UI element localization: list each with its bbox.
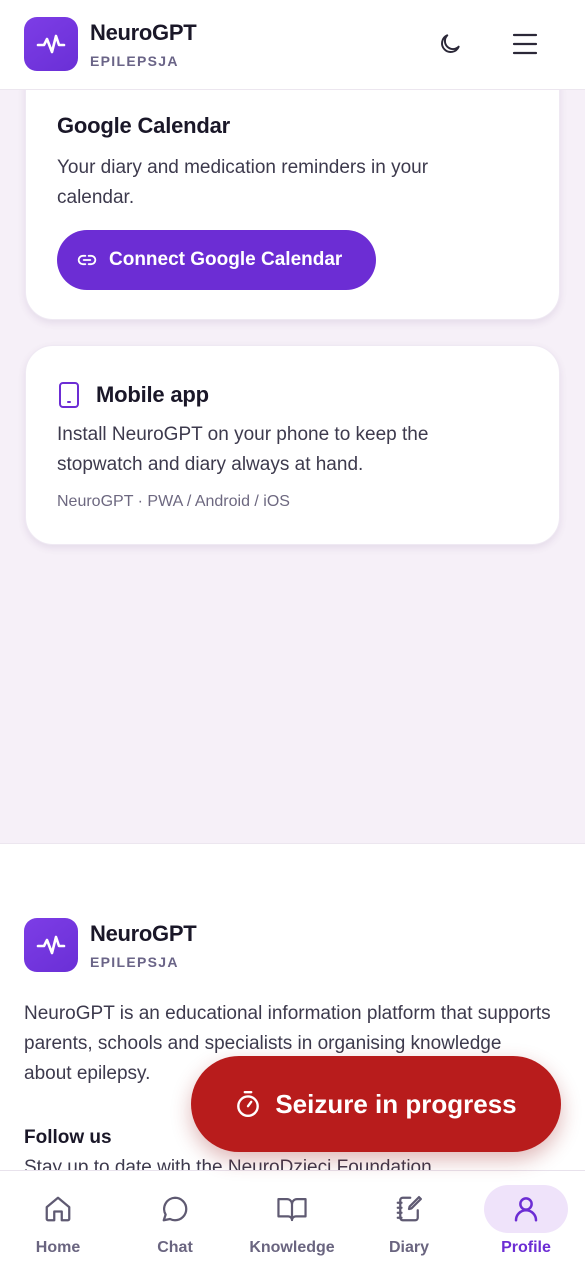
- seizure-in-progress-label: Seizure in progress: [275, 1088, 517, 1119]
- connect-google-calendar-button[interactable]: Connect Google Calendar: [57, 230, 376, 290]
- nav-diary-label: Diary: [388, 1239, 430, 1256]
- connect-google-calendar-label: Connect Google Calendar: [109, 249, 343, 270]
- google-calendar-card: Google Calendar Your diary and medicatio…: [25, 60, 560, 320]
- stopwatch-icon: [237, 1090, 260, 1118]
- nav-home[interactable]: Home: [8, 1185, 108, 1261]
- brand-name: NeuroGPT: [90, 20, 197, 45]
- nav-home-label: Home: [35, 1239, 81, 1256]
- moon-icon: [441, 34, 460, 53]
- app-header: NeuroGPT EPILEPSJA: [0, 0, 585, 90]
- mobile-app-card: Mobile app Install NeuroGPT on your phon…: [25, 345, 560, 545]
- mobile-app-platforms: NeuroGPT · PWA / Android / iOS: [57, 493, 290, 510]
- google-calendar-title: Google Calendar: [57, 113, 231, 138]
- nav-diary[interactable]: Diary: [359, 1185, 459, 1261]
- brand-subtitle: EPILEPSJA: [90, 53, 179, 69]
- nav-profile[interactable]: Profile: [476, 1185, 576, 1261]
- phone-icon: [57, 381, 81, 414]
- nav-chat-label: Chat: [157, 1239, 193, 1256]
- bottom-navigation: Home Chat Knowledge Diary Profile: [0, 1170, 585, 1266]
- follow-us-title: Follow us: [24, 1127, 112, 1148]
- nav-knowledge[interactable]: Knowledge: [242, 1185, 342, 1261]
- footer-logo-pulse-icon[interactable]: [24, 918, 78, 972]
- seizure-in-progress-button[interactable]: Seizure in progress: [191, 1056, 561, 1152]
- nav-chat[interactable]: Chat: [125, 1185, 225, 1261]
- user-icon: [514, 1197, 538, 1222]
- mobile-app-title: Mobile app: [96, 382, 209, 407]
- theme-toggle-button[interactable]: [428, 22, 472, 66]
- link-icon: [77, 254, 97, 266]
- mobile-app-description: Install NeuroGPT on your phone to keep t…: [57, 424, 429, 475]
- nav-knowledge-label: Knowledge: [249, 1239, 335, 1256]
- google-calendar-description: Your diary and medication reminders in y…: [57, 157, 429, 208]
- chat-bubble-icon: [162, 1196, 188, 1222]
- nav-profile-label: Profile: [501, 1239, 551, 1256]
- logo-pulse-icon[interactable]: [24, 17, 78, 71]
- footer-brand-subtitle: EPILEPSJA: [90, 954, 179, 970]
- book-icon: [277, 1198, 307, 1222]
- hamburger-menu-icon: [512, 33, 538, 55]
- menu-button[interactable]: [503, 22, 547, 66]
- notebook-icon: [396, 1196, 422, 1222]
- home-icon: [45, 1196, 71, 1222]
- footer-brand-name: NeuroGPT: [90, 921, 197, 946]
